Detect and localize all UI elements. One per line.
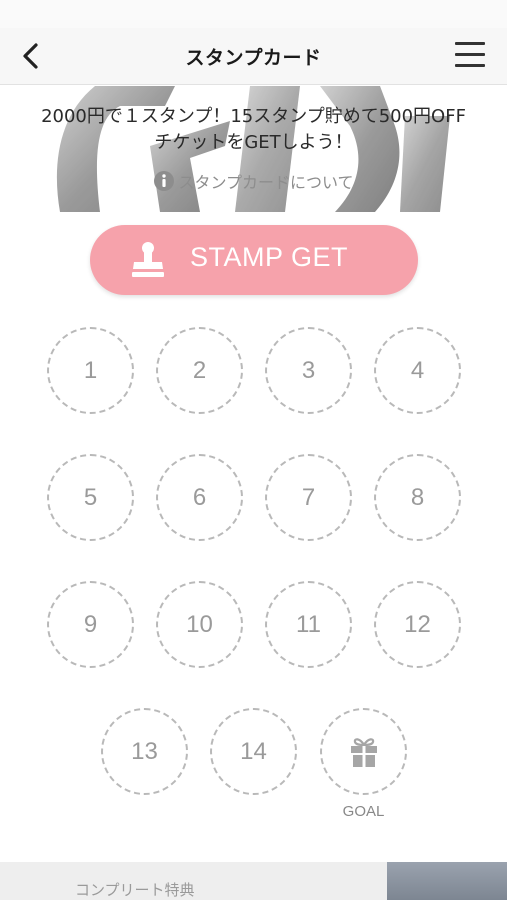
- about-stampcard-label: スタンプカードについて: [178, 173, 354, 192]
- stamp-get-button[interactable]: STAMP GET: [90, 225, 418, 295]
- menu-button[interactable]: [455, 42, 487, 70]
- stamp-slot-14: 14: [210, 708, 297, 795]
- promo-banner: 2000円で１スタンプ！15スタンプ貯めて500円OFF チケットをGETしよう…: [0, 86, 507, 212]
- stamp-slot-11: 11: [265, 581, 352, 668]
- stamp-slot-6: 6: [156, 454, 243, 541]
- complete-benefit-label: コンプリート特典: [75, 881, 195, 899]
- promo-line-2: チケットをGETしよう！: [154, 132, 353, 153]
- about-stampcard-link[interactable]: スタンプカードについて: [0, 169, 507, 193]
- stamp-slot-5: 5: [47, 454, 134, 541]
- navigation-bar: スタンプカード: [0, 28, 507, 85]
- stamp-slot-3: 3: [265, 327, 352, 414]
- stamp-icon: [132, 242, 164, 277]
- promo-text: 2000円で１スタンプ！15スタンプ貯めて500円OFF チケットをGETしよう…: [0, 104, 507, 156]
- benefit-thumbnail-image: [387, 862, 507, 900]
- stamp-slot-goal: [320, 708, 407, 795]
- stamp-slot-12: 12: [374, 581, 461, 668]
- stamp-slot-4: 4: [374, 327, 461, 414]
- page-title: スタンプカード: [185, 47, 322, 69]
- gift-icon: [350, 737, 377, 767]
- stamp-slot-1: 1: [47, 327, 134, 414]
- stamp-slot-9: 9: [47, 581, 134, 668]
- stamp-get-label: STAMP GET: [190, 242, 349, 272]
- stamp-slot-7: 7: [265, 454, 352, 541]
- stamp-slot-13: 13: [101, 708, 188, 795]
- status-bar: [0, 0, 507, 28]
- stamp-slot-8: 8: [374, 454, 461, 541]
- goal-label: GOAL: [342, 803, 385, 820]
- stamp-slot-2: 2: [156, 327, 243, 414]
- hamburger-icon-bar: [455, 64, 485, 67]
- hamburger-icon-bar: [455, 53, 485, 56]
- complete-benefit-section[interactable]: コンプリート特典: [0, 862, 507, 900]
- hamburger-icon-bar: [455, 42, 485, 45]
- info-icon: [154, 171, 175, 191]
- promo-line-1: 2000円で１スタンプ！15スタンプ貯めて500円OFF: [41, 106, 466, 127]
- stamp-slot-10: 10: [156, 581, 243, 668]
